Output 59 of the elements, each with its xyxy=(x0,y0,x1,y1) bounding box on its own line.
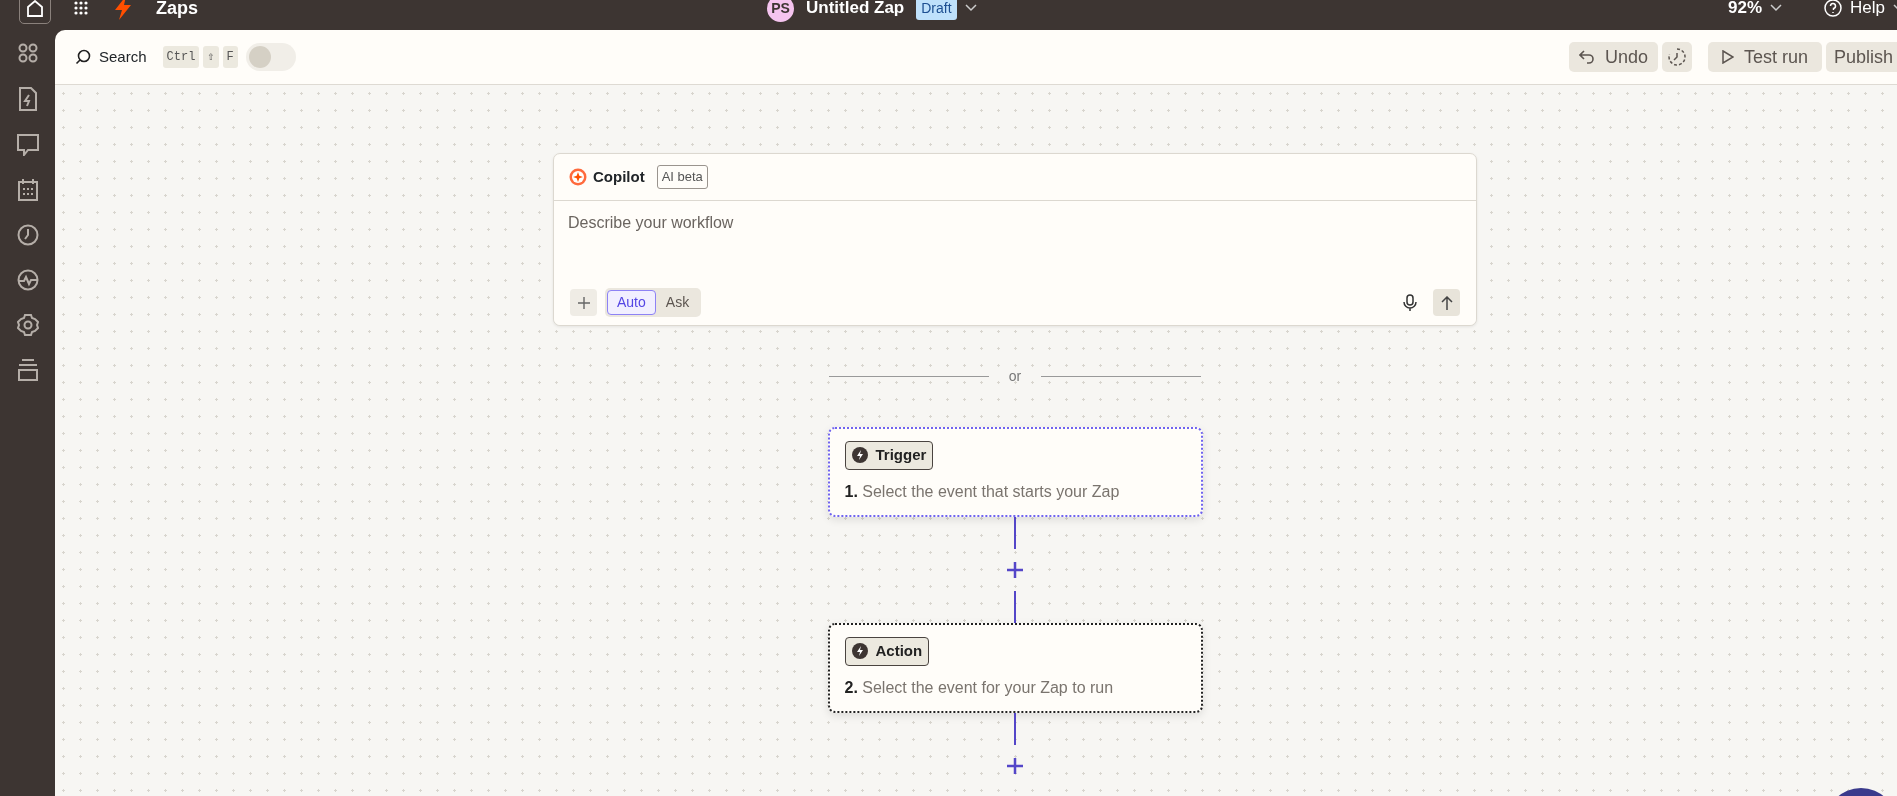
search-icon[interactable] xyxy=(75,49,91,65)
toggle-switch[interactable] xyxy=(245,43,296,71)
publish-button[interactable]: Publish xyxy=(1825,42,1897,72)
step-description: 1. Select the event that starts your Zap xyxy=(844,482,1121,503)
help-icon[interactable] xyxy=(1824,0,1843,17)
connector-line xyxy=(1014,517,1016,549)
mode-tab[interactable]: Ask xyxy=(655,290,700,315)
home-button[interactable] xyxy=(19,0,51,24)
add-step-icon[interactable] xyxy=(1006,757,1024,775)
chevron-down-icon[interactable] xyxy=(964,4,977,12)
undo-button[interactable]: Undo xyxy=(1568,42,1658,72)
play-icon xyxy=(1721,50,1734,64)
connector-line xyxy=(1014,591,1016,623)
step-description: 2. Select the event for your Zap to run xyxy=(844,678,1115,699)
help-menu[interactable]: Help xyxy=(1850,0,1885,21)
keyboard-key: F xyxy=(222,46,238,68)
chevron-down-icon[interactable] xyxy=(1770,4,1783,12)
add-step-icon[interactable] xyxy=(1006,561,1024,579)
send-button[interactable] xyxy=(1433,289,1460,316)
step-card[interactable]: Action 2. Select the event for your Zap to run xyxy=(827,623,1203,713)
clock-icon[interactable] xyxy=(16,224,39,246)
step-card[interactable]: Trigger 1. Select the event that starts your Zap xyxy=(827,427,1203,517)
zap-file-icon[interactable] xyxy=(17,87,38,111)
status-badge: Draft xyxy=(916,0,957,20)
sparkle-logo-icon xyxy=(569,168,587,186)
layers-icon[interactable] xyxy=(17,359,38,381)
settings-icon[interactable] xyxy=(16,314,39,336)
prompt-field[interactable]: Describe your workflow Auto Ask xyxy=(554,201,1476,325)
bolt-logo-icon xyxy=(114,0,132,20)
mode-tab[interactable]: Auto xyxy=(607,290,656,315)
history-icon xyxy=(1667,48,1686,66)
activity-icon[interactable] xyxy=(16,269,39,291)
step-type-label: Action xyxy=(875,641,923,661)
keyboard-key: Ctrl xyxy=(162,46,200,68)
test-run-button[interactable]: Test run xyxy=(1707,42,1822,72)
undo-icon xyxy=(1578,50,1595,64)
add-button[interactable] xyxy=(570,289,597,316)
bolt-icon xyxy=(851,643,868,660)
user-avatar[interactable]: PS xyxy=(767,0,794,22)
search-label[interactable]: Search xyxy=(99,45,147,69)
calendar-icon[interactable] xyxy=(17,179,38,201)
connector-line xyxy=(1014,713,1016,745)
bolt-icon xyxy=(851,447,868,464)
apps-icon[interactable] xyxy=(16,42,39,64)
copilot-title: Copilot xyxy=(593,166,645,187)
plus-icon xyxy=(577,296,590,309)
zoom-level[interactable]: 92% xyxy=(1728,0,1763,21)
beta-badge: AI beta xyxy=(656,165,708,189)
home-icon xyxy=(26,0,44,17)
zap-title[interactable]: Untitled Zap xyxy=(806,0,905,21)
microphone-icon[interactable] xyxy=(1403,293,1417,312)
divider-label: or xyxy=(1008,367,1022,386)
grid-menu-icon[interactable] xyxy=(74,1,88,15)
app-title: Zaps xyxy=(156,0,198,20)
chat-icon[interactable] xyxy=(16,134,39,156)
history-button[interactable] xyxy=(1661,42,1692,72)
arrow-up-icon xyxy=(1440,295,1453,310)
step-type-label: Trigger xyxy=(875,445,927,465)
keyboard-key: ⇧ xyxy=(203,46,219,68)
